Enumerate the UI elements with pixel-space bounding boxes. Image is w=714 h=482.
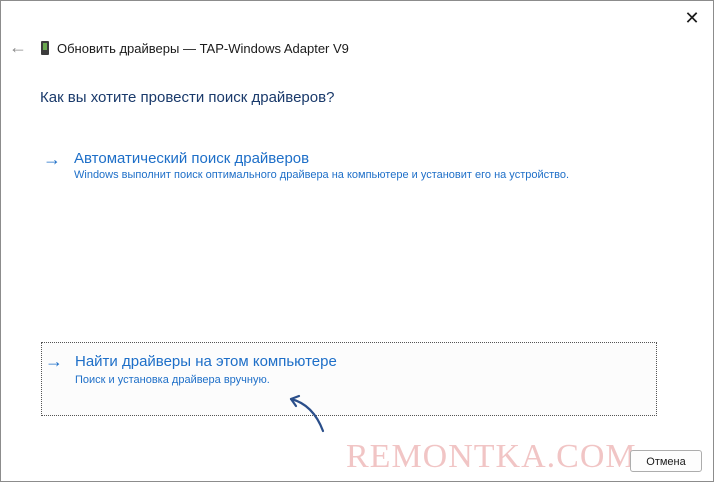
dialog-title: Обновить драйверы — TAP-Windows Adapter … [57,40,349,56]
auto-search-title: Автоматический поиск драйверов [74,150,310,167]
dialog-title-row: Обновить драйверы — TAP-Windows Adapter … [41,39,349,57]
search-question-heading: Как вы хотите провести поиск драйверов? [40,89,335,106]
arrow-right-icon: → [43,149,61,169]
close-icon[interactable]: ✕ [681,8,703,28]
driver-update-dialog: ✕ ← Обновить драйверы — TAP-Windows Adap… [0,0,714,482]
browse-computer-option[interactable]: → Найти драйверы на этом компьютере Поис… [41,342,657,416]
auto-search-option[interactable]: → Автоматический поиск драйверов Windows… [41,149,657,191]
network-adapter-icon [41,41,49,55]
curved-pointer-arrow-icon [289,394,325,433]
auto-search-description: Windows выполнит поиск оптимального драй… [74,169,570,181]
watermark: REMONTKA.COM [346,438,637,475]
browse-computer-title: Найти драйверы на этом компьютере [75,353,337,370]
cancel-button[interactable]: Отмена [630,450,702,472]
browse-computer-description: Поиск и установка драйвера вручную. [75,374,270,386]
back-arrow-icon[interactable]: ← [9,37,27,57]
arrow-right-icon: → [45,351,63,371]
